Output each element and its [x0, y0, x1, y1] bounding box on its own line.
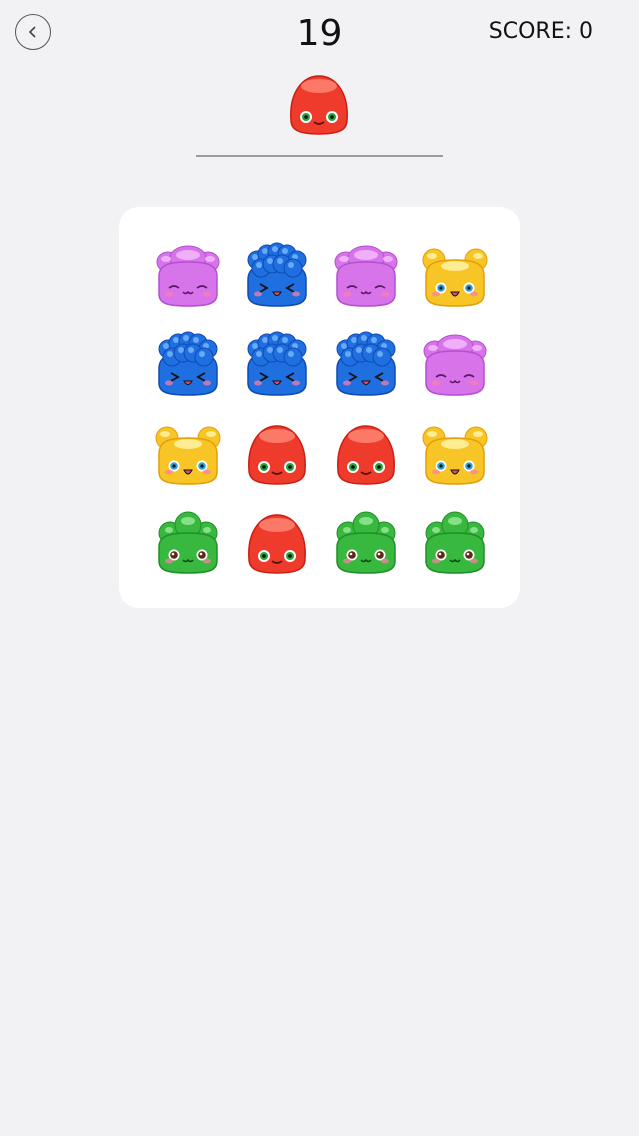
jelly-tile-yellow[interactable]: [419, 420, 491, 488]
jelly-tile-blue[interactable]: [152, 331, 224, 399]
jelly-tile-red[interactable]: [330, 420, 402, 488]
jelly-tile-blue[interactable]: [241, 331, 313, 399]
jelly-tile-blue[interactable]: [241, 242, 313, 310]
jelly-tile-pink[interactable]: [330, 242, 402, 310]
jelly-tile-green[interactable]: [419, 509, 491, 577]
divider: [196, 155, 443, 157]
jelly-tile-red[interactable]: [241, 420, 313, 488]
target-jelly-icon: [281, 70, 357, 138]
jelly-tile-yellow[interactable]: [419, 242, 491, 310]
jelly-tile-pink[interactable]: [419, 331, 491, 399]
jelly-tile-green[interactable]: [330, 509, 402, 577]
jelly-tile-yellow[interactable]: [152, 420, 224, 488]
jelly-tile-red[interactable]: [241, 509, 313, 577]
jelly-tile-green[interactable]: [152, 509, 224, 577]
jelly-tile-pink[interactable]: [152, 242, 224, 310]
jelly-tile-blue[interactable]: [330, 331, 402, 399]
score-display: SCORE: 0: [488, 19, 593, 44]
game-board: [119, 207, 520, 608]
